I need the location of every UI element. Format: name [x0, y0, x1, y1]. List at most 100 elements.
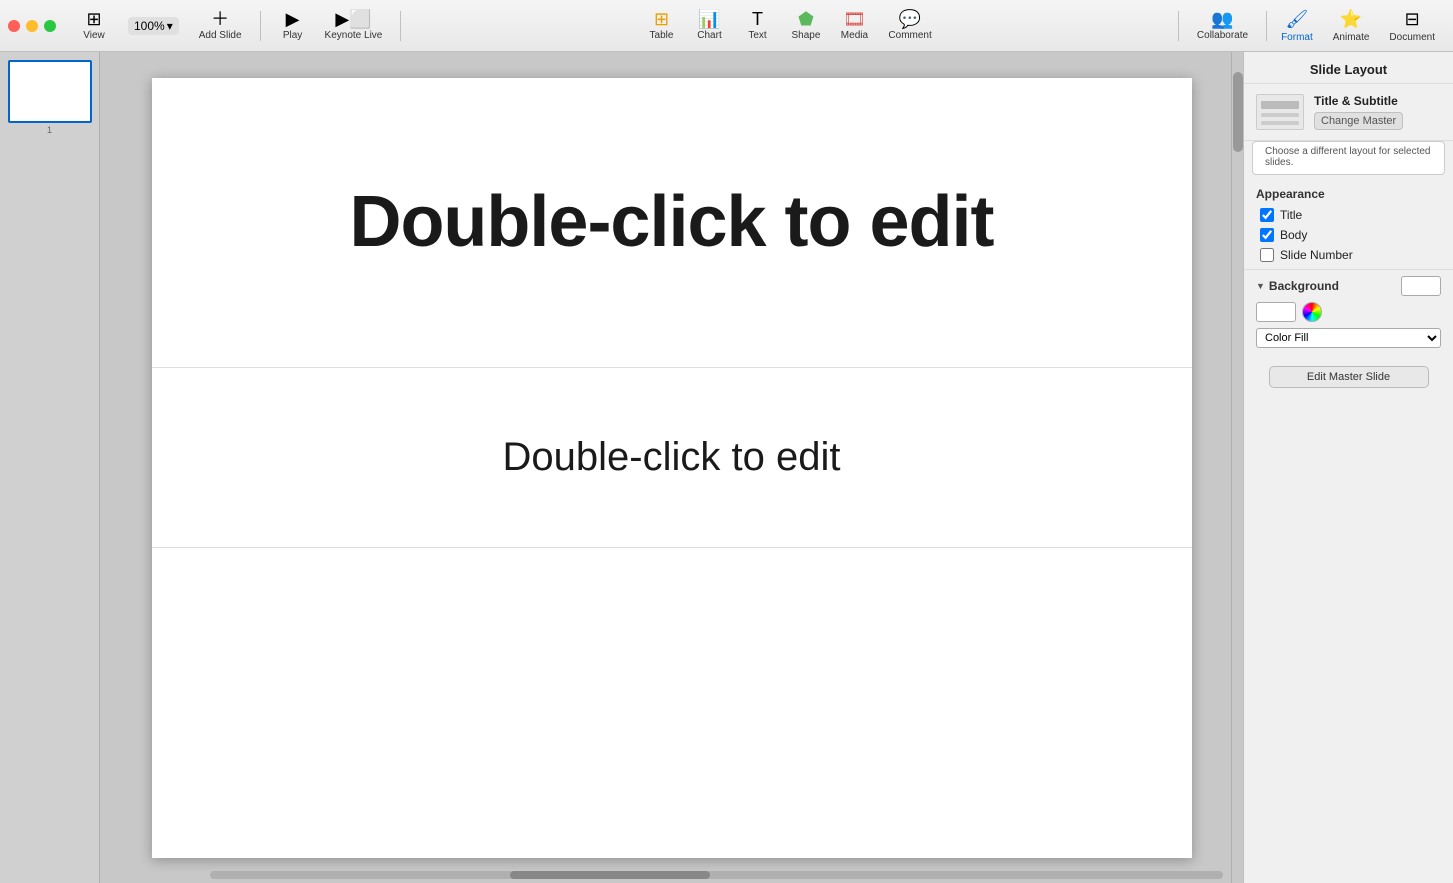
color-fill-control: Color Fill	[1256, 328, 1441, 348]
view-label: View	[83, 30, 105, 41]
appearance-section-label: Appearance	[1244, 181, 1453, 205]
scrollbar-thumb[interactable]	[1233, 72, 1243, 152]
background-label: Background	[1269, 279, 1339, 293]
vertical-scrollbar[interactable]	[1231, 52, 1243, 883]
comment-icon: 💬	[899, 10, 921, 28]
collaborate-icon: 👥	[1211, 10, 1233, 28]
body-checkbox[interactable]	[1260, 228, 1274, 242]
background-section: ▼ Background Color Fill	[1244, 269, 1453, 354]
keynote-live-icon: ▶⬜	[335, 10, 371, 28]
collaborate-group: 👥 Collaborate	[1183, 6, 1262, 45]
insert-tools: ⊞ Table 📊 Chart T Text ⬟ Shape 🎞 Media 💬…	[405, 6, 1174, 45]
keynote-live-button[interactable]: ▶⬜ Keynote Live	[317, 6, 391, 45]
right-panel: Slide Layout Title & Subtitle Change Mas…	[1243, 52, 1453, 883]
zoom-control[interactable]: 100% ▾	[128, 17, 179, 35]
slide-thumb-inner	[10, 62, 90, 121]
tab-document[interactable]: ⊟ Document	[1379, 5, 1445, 47]
layout-thumb-line3	[1261, 121, 1299, 125]
background-color-swatch[interactable]	[1401, 276, 1441, 296]
text-icon: T	[752, 10, 763, 28]
window-controls	[8, 20, 56, 32]
minimize-button[interactable]	[26, 20, 38, 32]
maximize-button[interactable]	[44, 20, 56, 32]
main-area: 1 Double-click to edit Double-click to e…	[0, 52, 1453, 883]
play-button[interactable]: ▶ Play	[271, 6, 315, 45]
separator-4	[1266, 11, 1267, 41]
comment-button[interactable]: 💬 Comment	[880, 6, 939, 45]
animate-icon: ⭐	[1340, 9, 1362, 30]
view-button[interactable]: ⊞ View	[72, 6, 116, 45]
color-wheel-icon[interactable]	[1302, 302, 1322, 322]
change-master-button[interactable]: Change Master	[1314, 112, 1403, 130]
slide-number-label: Slide Number	[1280, 248, 1353, 262]
layout-thumb-line2	[1261, 113, 1299, 117]
tab-animate[interactable]: ⭐ Animate	[1323, 5, 1380, 47]
table-icon: ⊞	[654, 10, 669, 28]
add-slide-group: ＋ Add Slide	[185, 6, 256, 45]
format-icon: 🖌	[1285, 9, 1308, 30]
document-icon: ⊟	[1405, 9, 1420, 30]
layout-name: Title & Subtitle	[1314, 94, 1403, 108]
collaborate-button[interactable]: 👥 Collaborate	[1189, 6, 1256, 45]
appearance-slide-number-item: Slide Number	[1244, 245, 1453, 265]
add-slide-button[interactable]: ＋ Add Slide	[191, 6, 250, 45]
play-group: ▶ Play ▶⬜ Keynote Live	[265, 6, 397, 45]
color-fill-select[interactable]: Color Fill	[1256, 328, 1441, 348]
layout-thumb-line1	[1261, 101, 1299, 109]
appearance-title-item: Title	[1244, 205, 1453, 225]
chart-button[interactable]: 📊 Chart	[688, 6, 732, 45]
animate-label: Animate	[1333, 32, 1370, 43]
horizontal-scrollbar[interactable]	[210, 871, 1223, 879]
close-button[interactable]	[8, 20, 20, 32]
zoom-chevron-icon: ▾	[167, 19, 173, 33]
toolbar: ⊞ View 100% ▾ ＋ Add Slide ▶ Play ▶⬜ Keyn…	[0, 0, 1453, 52]
zoom-value: 100%	[134, 19, 165, 33]
text-label: Text	[748, 30, 766, 41]
slide-canvas[interactable]: Double-click to edit Double-click to edi…	[152, 78, 1192, 858]
document-label: Document	[1389, 32, 1435, 43]
chart-label: Chart	[697, 30, 721, 41]
title-checkbox[interactable]	[1260, 208, 1274, 222]
chart-icon: 📊	[698, 10, 720, 28]
slide-subtitle-text[interactable]: Double-click to edit	[503, 435, 841, 480]
slide-layout-preview: Title & Subtitle Change Master	[1244, 84, 1453, 141]
comment-label: Comment	[888, 30, 931, 41]
media-icon: 🎞	[843, 10, 866, 28]
shape-button[interactable]: ⬟ Shape	[784, 6, 829, 45]
slide-title-area[interactable]: Double-click to edit	[152, 78, 1192, 368]
right-panel-header: Slide Layout	[1244, 52, 1453, 84]
play-label: Play	[283, 30, 302, 41]
media-button[interactable]: 🎞 Media	[832, 6, 876, 45]
layout-info: Title & Subtitle Change Master	[1314, 94, 1403, 130]
color-fill-row	[1256, 302, 1441, 322]
appearance-body-item: Body	[1244, 225, 1453, 245]
background-header: ▼ Background	[1256, 276, 1441, 296]
slide-subtitle-area[interactable]: Double-click to edit	[152, 368, 1192, 548]
slide-panel: 1	[0, 52, 100, 883]
view-icon: ⊞	[86, 10, 101, 28]
slide-thumbnail-1[interactable]	[8, 60, 92, 123]
zoom-group: 100% ▾	[122, 17, 185, 35]
separator-3	[1178, 11, 1179, 41]
shape-label: Shape	[792, 30, 821, 41]
layout-tooltip: Choose a different layout for selected s…	[1252, 141, 1445, 175]
play-icon: ▶	[286, 10, 300, 28]
format-label: Format	[1281, 32, 1313, 43]
slide-title-text[interactable]: Double-click to edit	[349, 181, 993, 263]
canvas-area: Double-click to edit Double-click to edi…	[100, 52, 1243, 883]
color-fill-swatch[interactable]	[1256, 302, 1296, 322]
collapse-icon[interactable]: ▼	[1256, 281, 1265, 291]
table-label: Table	[650, 30, 674, 41]
view-group: ⊞ View	[66, 6, 122, 45]
h-scrollbar-thumb[interactable]	[510, 871, 710, 879]
slide-number-checkbox[interactable]	[1260, 248, 1274, 262]
tab-format[interactable]: 🖌 Format	[1271, 5, 1323, 47]
text-button[interactable]: T Text	[736, 6, 780, 45]
collaborate-label: Collaborate	[1197, 30, 1248, 41]
slide-number: 1	[8, 125, 91, 135]
slide-body-area	[152, 548, 1192, 858]
table-button[interactable]: ⊞ Table	[640, 6, 684, 45]
separator-1	[260, 11, 261, 41]
keynote-live-label: Keynote Live	[325, 30, 383, 41]
edit-master-slide-button[interactable]: Edit Master Slide	[1269, 366, 1429, 388]
